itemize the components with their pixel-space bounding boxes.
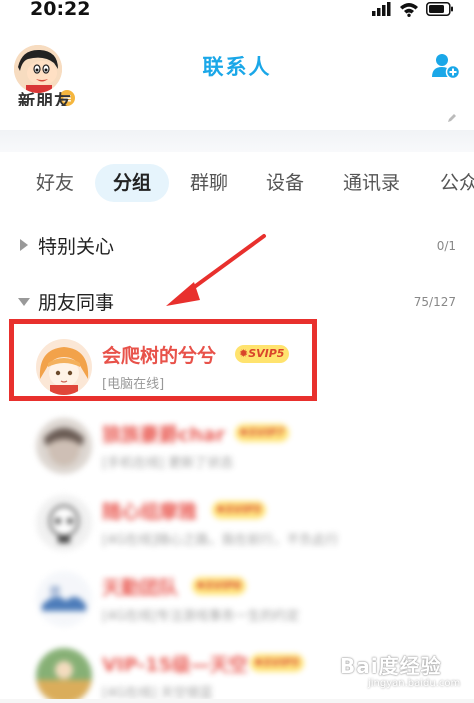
vip-badge: ✹SVIP5 (212, 501, 267, 519)
contact-avatar (36, 648, 92, 703)
status-time: 20:22 (30, 0, 91, 20)
add-friend-icon[interactable] (430, 52, 460, 80)
vip-badge-text: SVIP5 (263, 656, 300, 669)
contact-name: 狼族豪爵char (102, 424, 225, 446)
status-bar: 20:22 (0, 0, 474, 22)
tab-official-accounts[interactable]: 公众 (440, 164, 474, 202)
vip-badge-text: SVIP5 (225, 503, 262, 516)
wifi-icon (400, 2, 418, 17)
battery-icon (426, 2, 453, 16)
status-icons (372, 1, 454, 17)
tab-bar: 好友 分组 群聊 设备 通讯录 公众 (0, 160, 474, 204)
vip-badge: ✹SVIP6 (192, 577, 247, 595)
watermark: Bai度经验 jingyan.baidu.com (340, 650, 460, 696)
contact-status: [手机在线] 更新了状态 (102, 456, 234, 471)
signal-icon (372, 2, 391, 16)
svg-text:团: 团 (50, 586, 60, 598)
contact-status: [4G在线]随心之路，我在前行，不负此行 (102, 533, 339, 548)
contact-name: 天勤团队 (102, 577, 179, 599)
tab-friends[interactable]: 好友 (36, 164, 74, 202)
contact-status: [4G在线]专注游戏事务一生的约定 (102, 609, 300, 624)
chevron-right-icon (20, 239, 28, 251)
new-friends-label[interactable]: 新朋友 (18, 84, 82, 106)
tab-devices[interactable]: 设备 (266, 164, 304, 202)
header: ≡ 新朋友 联系人 (0, 22, 474, 130)
tab-groups[interactable]: 分组 (95, 164, 170, 202)
watermark-main: Bai度经验 (340, 654, 442, 678)
contact-name: 随心组摩雅 (102, 501, 198, 523)
vip-badge-text: SVIP7 (248, 426, 285, 439)
home-bar (0, 699, 474, 703)
divider-shade (0, 130, 474, 152)
contact-avatar (36, 495, 92, 551)
vip-badge-text: SVIP6 (205, 579, 242, 592)
tab-address-book[interactable]: 通讯录 (343, 164, 400, 202)
contact-row[interactable]: 狼族豪爵char ✹SVIP7 [手机在线] 更新了状态 (0, 410, 474, 486)
contact-row[interactable]: 团 天勤团队 ✹SVIP6 [4G在线]专注游戏事务一生的约定 (0, 563, 474, 639)
contact-avatar (36, 418, 92, 474)
group-count: 75/127 (413, 295, 456, 309)
group-name: 朋友同事 (38, 292, 115, 314)
edit-icon (448, 114, 456, 122)
highlight-box (9, 319, 317, 401)
contact-name: VIP-15级—天空 (102, 654, 248, 676)
page-title: 联系人 (202, 55, 272, 79)
new-friends-text: 新朋友 (18, 92, 72, 106)
chevron-down-icon (18, 298, 30, 306)
group-count: 0/1 (436, 239, 456, 253)
group-name: 特别关心 (38, 236, 115, 258)
contact-avatar: 团 (36, 571, 92, 627)
watermark-sub: jingyan.baidu.com (368, 678, 461, 689)
group-friends-colleagues[interactable]: 朋友同事 75/127 (0, 285, 474, 319)
contact-row[interactable]: 随心组摩雅 ✹SVIP5 [4G在线]随心之路，我在前行，不负此行 (0, 487, 474, 563)
vip-badge: ✹SVIP7 (235, 424, 290, 442)
vip-badge: ✹SVIP5 (250, 654, 305, 672)
tab-group-chats[interactable]: 群聊 (190, 164, 228, 202)
